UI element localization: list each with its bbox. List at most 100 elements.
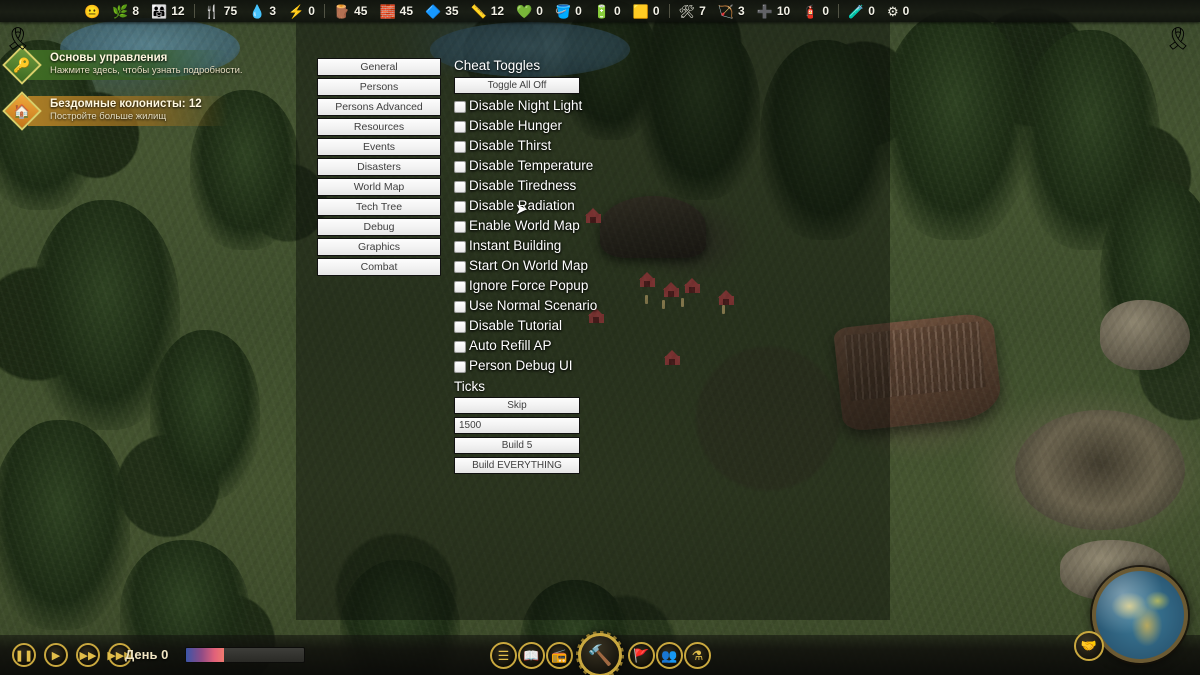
tab-resources[interactable]: Resources <box>317 118 441 136</box>
play-button[interactable]: ▶ <box>44 643 68 667</box>
colonists-button[interactable]: 👥 <box>656 642 683 669</box>
build-5-button[interactable]: Build 5 <box>454 437 580 455</box>
metal-icon: 📏 <box>470 3 487 19</box>
resource-fuel: 🧯 0 <box>796 0 835 22</box>
toggle-use-normal-scenario[interactable]: Use Normal Scenario <box>454 297 597 317</box>
checkbox[interactable] <box>454 360 466 373</box>
toggle-disable-thirst[interactable]: Disable Thirst <box>454 137 580 157</box>
water-icon: 💧 <box>249 3 266 19</box>
crystal-icon: 🔷 <box>425 3 442 19</box>
checkbox[interactable] <box>454 120 466 133</box>
tree <box>150 330 260 500</box>
checkbox[interactable] <box>454 340 466 353</box>
checkbox[interactable] <box>454 320 466 333</box>
checkbox[interactable] <box>454 240 466 253</box>
toggle-instant-building[interactable]: Instant Building <box>454 237 580 257</box>
weapons-icon: 🏹 <box>717 3 734 19</box>
resource-value: 45 <box>399 4 413 18</box>
resource-stone: 🧱 45 <box>373 0 419 22</box>
tab-general[interactable]: General <box>317 58 441 76</box>
crater <box>1015 410 1185 530</box>
radio-button[interactable]: 📻 <box>546 642 573 669</box>
checkbox[interactable] <box>454 100 466 113</box>
tree <box>1020 30 1160 250</box>
resource-water: 💧 3 <box>243 0 282 22</box>
resource-wood: 🪵 45 <box>328 0 374 22</box>
bottom-toolbar: ❚❚ ▶ ▶▶ ▶▶▶ День 0 ☰ 📖 📻 🔨 🚩 👥 ⚗ <box>0 631 1200 675</box>
checkbox[interactable] <box>454 280 466 293</box>
resource-value: 3 <box>269 4 277 18</box>
build-menu-button[interactable]: 🔨 <box>576 631 624 675</box>
world-map-minimap[interactable] <box>1092 567 1188 663</box>
tab-tech-tree[interactable]: Tech Tree <box>317 198 441 216</box>
resource-electricity: ⚡ 0 <box>282 0 321 22</box>
toggle-label: Disable Hunger <box>469 118 563 134</box>
food-leaf-icon: 🌿 <box>112 3 129 19</box>
toggle-person-debug-ui[interactable]: Person Debug UI <box>454 357 580 377</box>
resource-separator <box>668 4 670 18</box>
toggle-disable-tiredness[interactable]: Disable Tiredness <box>454 177 580 197</box>
skip-ticks-button[interactable]: Skip <box>454 397 580 415</box>
fast-forward-button[interactable]: ▶▶ <box>76 643 100 667</box>
checkbox[interactable] <box>454 300 466 313</box>
cheat-toggles-panel: Cheat Toggles Toggle All Off Disable Nig… <box>454 58 597 477</box>
resource-value: 12 <box>171 4 185 18</box>
resource-value: 3 <box>737 4 745 18</box>
tab-combat[interactable]: Combat <box>317 258 441 276</box>
resource-tools: 🛠 7 <box>673 0 712 22</box>
tab-persons-advanced[interactable]: Persons Advanced <box>317 98 441 116</box>
tab-world-map[interactable]: World Map <box>317 178 441 196</box>
checkbox[interactable] <box>454 200 466 213</box>
toggle-auto-refill-ap[interactable]: Auto Refill AP <box>454 337 580 357</box>
resource-value: 10 <box>776 4 791 18</box>
checkbox[interactable] <box>454 220 466 233</box>
resource-separator <box>323 4 325 18</box>
resource-value: 75 <box>223 4 238 18</box>
checkbox[interactable] <box>454 180 466 193</box>
resource-value: 0 <box>575 4 582 18</box>
toggle-label: Enable World Map <box>469 218 580 234</box>
notification-homeless-colonists[interactable]: 🏠 Бездомные колонисты: 12 Постройте боль… <box>2 90 228 131</box>
expeditions-button[interactable]: 🚩 <box>628 642 655 669</box>
toggle-all-off-button[interactable]: Toggle All Off <box>454 76 580 94</box>
tab-debug[interactable]: Debug <box>317 218 441 236</box>
toggle-disable-temperature[interactable]: Disable Temperature <box>454 157 593 177</box>
notification-title: Основы управления <box>50 52 168 64</box>
toggle-disable-tutorial[interactable]: Disable Tutorial <box>454 317 580 337</box>
toggle-disable-night-light[interactable]: Disable Night Light <box>454 97 582 117</box>
toggle-start-on-world-map[interactable]: Start On World Map <box>454 257 588 277</box>
tree <box>0 420 130 630</box>
tab-persons[interactable]: Persons <box>317 78 441 96</box>
pause-button[interactable]: ❚❚ <box>12 643 36 667</box>
toggle-list: Disable Night Light Disable Hunger Disable… <box>454 97 597 377</box>
toggle-enable-world-map[interactable]: Enable World Map <box>454 217 580 237</box>
resource-value: 0 <box>868 4 875 18</box>
gold-block-icon: 🟨 <box>632 3 649 19</box>
resource-battery: 🔋 0 <box>588 0 627 22</box>
resource-gold-block: 🟨 0 <box>627 0 666 22</box>
checkbox[interactable] <box>454 260 466 273</box>
ticks-input[interactable]: 1500 <box>454 417 580 435</box>
day-progress-fill <box>186 648 224 662</box>
tasks-list-button[interactable]: ☰ <box>490 642 517 669</box>
notification-controls-basics[interactable]: 🔑 Основы управления Нажмите здесь, чтобы… <box>2 44 253 85</box>
diplomacy-button[interactable]: 🤝 <box>1074 631 1104 661</box>
toggle-label: Start On World Map <box>469 258 589 274</box>
food-icon: 🍴 <box>203 3 220 19</box>
electricity-icon: ⚡ <box>288 3 305 19</box>
tab-events[interactable]: Events <box>317 138 441 156</box>
checkbox[interactable] <box>454 160 466 173</box>
tab-disasters[interactable]: Disasters <box>317 158 441 176</box>
population-icon: 👨‍👩‍👧 <box>151 3 168 19</box>
notification-subtitle: Нажмите здесь, чтобы узнать подробности. <box>50 65 243 77</box>
chemicals-icon: 🧪 <box>848 3 865 19</box>
research-button[interactable]: ⚗ <box>684 642 711 669</box>
toggle-disable-hunger[interactable]: Disable Hunger <box>454 117 580 137</box>
toggle-ignore-force-popup[interactable]: Ignore Force Popup <box>454 277 588 297</box>
wood-icon: 🪵 <box>333 3 351 19</box>
build-everything-button[interactable]: Build EVERYTHING <box>454 457 580 475</box>
tab-graphics[interactable]: Graphics <box>317 238 441 256</box>
journal-button[interactable]: 📖 <box>518 642 545 669</box>
notification-subtitle: Постройте больше жилищ <box>50 111 167 123</box>
checkbox[interactable] <box>454 140 466 153</box>
